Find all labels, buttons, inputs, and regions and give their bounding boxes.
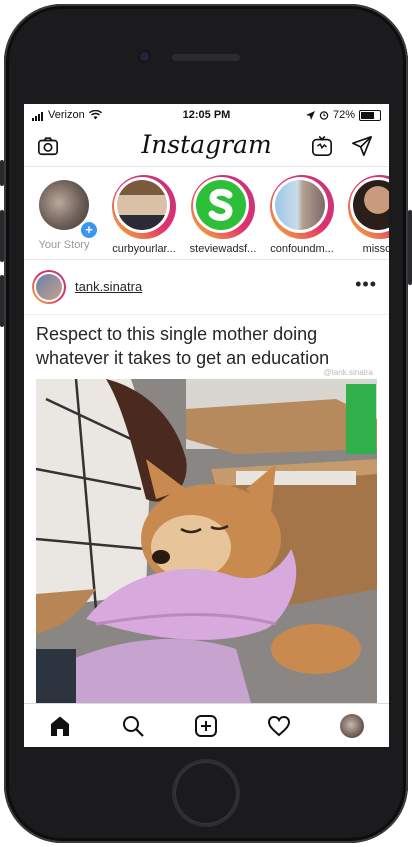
app-header: Instagram	[24, 126, 389, 167]
add-story-icon[interactable]: +	[79, 220, 99, 240]
earpiece-speaker	[172, 54, 240, 61]
story-label: Your Story	[38, 239, 90, 251]
home-button[interactable]	[175, 762, 237, 824]
front-camera	[140, 52, 149, 61]
watermark: @tank.sinatra	[323, 368, 373, 377]
profile-icon[interactable]	[340, 714, 364, 738]
sleeping-dog-image	[36, 379, 377, 703]
battery-icon	[359, 109, 381, 121]
search-icon[interactable]	[121, 714, 145, 738]
direct-message-icon[interactable]	[351, 135, 373, 157]
meme-caption: Respect to this single mother doing what…	[36, 324, 330, 368]
story-label: steviewadsf...	[189, 243, 257, 255]
screen: Verizon 12:05 PM 72% Instagram + Your St…	[24, 104, 389, 747]
story-item[interactable]: steviewadsf...	[185, 175, 261, 255]
story-avatar	[196, 180, 246, 230]
story-avatar	[117, 180, 167, 230]
home-icon[interactable]	[48, 714, 72, 738]
location-icon	[305, 110, 315, 120]
post-username[interactable]: tank.sinatra	[75, 279, 142, 294]
mute-switch	[0, 160, 4, 186]
story-your-story[interactable]: + Your Story	[26, 175, 102, 251]
volume-down-button	[0, 275, 4, 327]
post-photo[interactable]	[36, 379, 377, 703]
battery-percent: 72%	[332, 109, 355, 121]
more-options-icon[interactable]: •••	[355, 274, 377, 295]
story-label: confoundm...	[270, 243, 334, 255]
letter-s-icon	[208, 188, 233, 221]
igtv-icon[interactable]	[311, 135, 333, 157]
alarm-icon	[319, 111, 329, 120]
story-item[interactable]: missop	[342, 175, 389, 255]
activity-icon[interactable]	[267, 714, 291, 738]
story-avatar	[353, 180, 389, 230]
story-avatar	[275, 180, 325, 230]
volume-up-button	[0, 210, 4, 262]
story-item[interactable]: confoundm...	[264, 175, 340, 255]
bottom-nav	[24, 703, 389, 747]
story-label: missop	[362, 243, 389, 255]
power-button	[408, 210, 412, 285]
story-item[interactable]: curbyourlar...	[106, 175, 182, 255]
stories-tray: + Your Story curbyourlar... steviewadsf.…	[24, 167, 389, 260]
post-author-avatar[interactable]	[32, 270, 66, 304]
post-header: tank.sinatra •••	[24, 260, 389, 315]
story-label: curbyourlar...	[112, 243, 176, 255]
new-post-icon[interactable]	[194, 714, 218, 738]
status-bar: Verizon 12:05 PM 72%	[24, 104, 389, 126]
app-logo: Instagram	[141, 130, 272, 159]
